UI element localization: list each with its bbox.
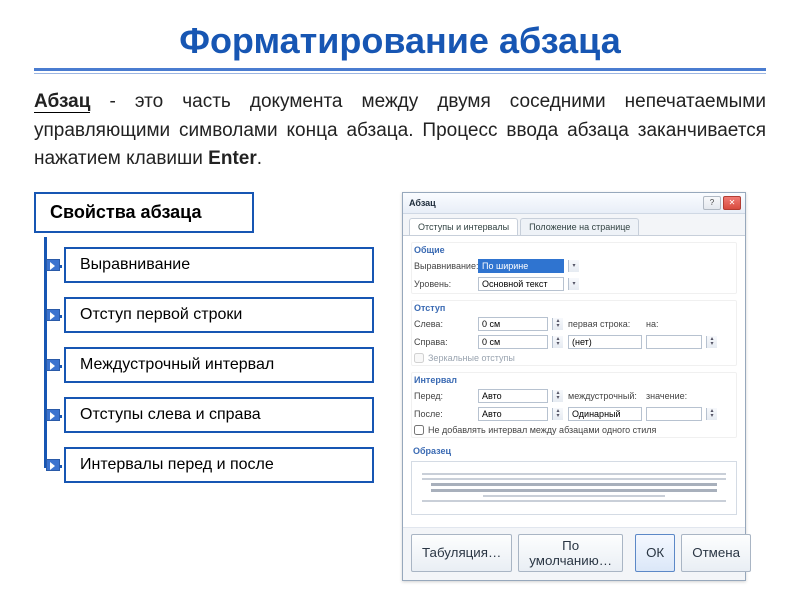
definition-tail: . — [257, 148, 262, 169]
properties-tree: Выравнивание Отступ первой строки Междус… — [64, 247, 374, 483]
tree-item: Выравнивание — [64, 247, 374, 283]
property-box: Отступы слева и справа — [64, 397, 374, 433]
linespacing-value-input[interactable] — [646, 407, 702, 421]
spinner-icon[interactable]: ▴▾ — [552, 408, 563, 420]
dialog-tabs: Отступы и интервалы Положение на страниц… — [403, 214, 745, 236]
alignment-select[interactable]: По ширине — [478, 259, 564, 273]
spinner-icon[interactable]: ▴▾ — [552, 336, 563, 348]
close-icon[interactable]: ✕ — [723, 196, 741, 210]
group-indent-label: Отступ — [412, 301, 736, 315]
property-box: Междустрочный интервал — [64, 347, 374, 383]
alignment-label: Выравнивание: — [414, 261, 474, 271]
ok-button[interactable]: ОК — [635, 534, 675, 572]
level-select[interactable]: Основной текст — [478, 277, 564, 291]
property-box: Отступ первой строки — [64, 297, 374, 333]
spinner-icon[interactable]: ▴▾ — [706, 336, 717, 348]
sample-preview — [411, 461, 737, 515]
checkbox-icon[interactable] — [414, 425, 424, 435]
paragraph-dialog: Абзац ? ✕ Отступы и интервалы Положение … — [402, 192, 746, 581]
first-line-label: первая строка: — [568, 319, 642, 329]
property-box: Интервалы перед и после — [64, 447, 374, 483]
group-spacing-label: Интервал — [412, 373, 736, 387]
tab-pageposition[interactable]: Положение на странице — [520, 218, 639, 235]
chevron-down-icon[interactable]: ▾ — [568, 278, 579, 290]
first-line-select[interactable]: (нет) — [568, 335, 642, 349]
spinner-icon[interactable]: ▴▾ — [552, 390, 563, 402]
property-box: Выравнивание — [64, 247, 374, 283]
space-before-input[interactable]: Авто — [478, 389, 548, 403]
bullet-icon — [46, 359, 60, 371]
checkbox-icon[interactable] — [414, 353, 424, 363]
first-line-value-input[interactable] — [646, 335, 702, 349]
tree-item: Интервалы перед и после — [64, 447, 374, 483]
divider — [34, 68, 766, 74]
level-label: Уровень: — [414, 279, 474, 289]
chevron-down-icon[interactable]: ▾ — [568, 260, 579, 272]
value-label: значение: — [646, 391, 702, 401]
indent-right-input[interactable]: 0 см — [478, 335, 548, 349]
definition-key: Enter — [208, 148, 257, 169]
tree-item: Отступы слева и справа — [64, 397, 374, 433]
indent-left-input[interactable]: 0 см — [478, 317, 548, 331]
bullet-icon — [46, 409, 60, 421]
space-before-label: Перед: — [414, 391, 474, 401]
page-title: Форматирование абзаца — [34, 20, 766, 62]
definition-term: Абзац — [34, 91, 90, 113]
bullet-icon — [46, 309, 60, 321]
group-general-label: Общие — [412, 243, 736, 257]
help-icon[interactable]: ? — [703, 196, 721, 210]
space-after-label: После: — [414, 409, 474, 419]
linespacing-select[interactable]: Одинарный — [568, 407, 642, 421]
indent-right-label: Справа: — [414, 337, 474, 347]
nosamestyle-checkbox[interactable]: Не добавлять интервал между абзацами одн… — [412, 423, 736, 437]
properties-root: Свойства абзаца — [34, 192, 254, 233]
cancel-button[interactable]: Отмена — [681, 534, 751, 572]
tabs-button[interactable]: Табуляция… — [411, 534, 512, 572]
default-button[interactable]: По умолчанию… — [518, 534, 623, 572]
spinner-icon[interactable]: ▴▾ — [552, 318, 563, 330]
bullet-icon — [46, 459, 60, 471]
sample-label: Образец — [411, 444, 737, 458]
definition-text: - это часть документа между двумя соседн… — [34, 91, 766, 169]
dialog-titlebar: Абзац ? ✕ — [403, 193, 745, 214]
dialog-caption: Абзац — [409, 198, 701, 208]
space-after-input[interactable]: Авто — [478, 407, 548, 421]
tree-item: Отступ первой строки — [64, 297, 374, 333]
indent-left-label: Слева: — [414, 319, 474, 329]
bullet-icon — [46, 259, 60, 271]
on-label: на: — [646, 319, 702, 329]
tree-item: Междустрочный интервал — [64, 347, 374, 383]
tab-indents[interactable]: Отступы и интервалы — [409, 218, 518, 235]
definition-paragraph: Абзац - это часть документа между двумя … — [34, 88, 766, 174]
spinner-icon[interactable]: ▴▾ — [706, 408, 717, 420]
linespacing-label: междустрочный: — [568, 391, 642, 401]
mirror-indent-checkbox[interactable]: Зеркальные отступы — [412, 351, 736, 365]
